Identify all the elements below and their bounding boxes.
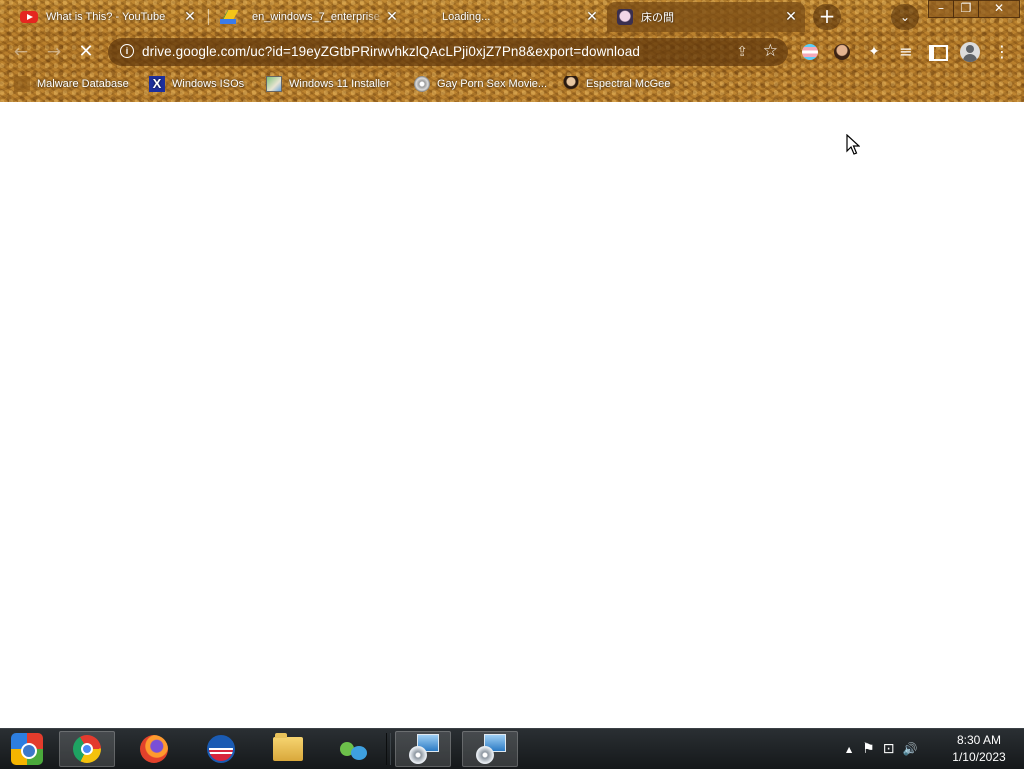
chrome-icon xyxy=(73,735,101,763)
taskbar-network-app[interactable] xyxy=(325,731,381,767)
extensions-puzzle-icon[interactable]: ✦ xyxy=(864,42,884,62)
clock-time: 8:30 AM xyxy=(956,733,1002,747)
share-icon[interactable]: ⇪ xyxy=(736,43,748,60)
clock[interactable]: 8:30 AM 1/10/2023 xyxy=(944,732,1014,766)
bookmark-label: Windows ISOs xyxy=(172,78,245,90)
volume-icon[interactable]: 🔊 xyxy=(902,742,917,756)
clock-date: 1/10/2023 xyxy=(952,750,1006,764)
tab-youtube[interactable]: What is This? - YouTube ✕ xyxy=(12,2,204,32)
tab-title: en_windows_7_enterprise xyxy=(252,11,380,23)
taskbar-divider xyxy=(386,733,391,765)
extension-flag-icon[interactable] xyxy=(802,44,818,60)
setup-disc-icon xyxy=(476,734,506,764)
action-center-flag-icon[interactable]: ⚑ xyxy=(862,741,875,757)
restore-button[interactable]: ❐ xyxy=(953,0,979,18)
extension-avatar-icon[interactable] xyxy=(834,44,850,60)
obama-logo-icon xyxy=(207,735,235,763)
page-content xyxy=(0,102,1024,728)
bookmark-malware-database[interactable]: Malware Database xyxy=(14,75,129,93)
taskbar-setup-2[interactable] xyxy=(462,731,518,767)
avatar-icon xyxy=(563,76,579,92)
taskbar-obama-app[interactable] xyxy=(193,731,249,767)
taskbar-chrome[interactable] xyxy=(59,731,115,767)
site-info-icon[interactable]: i xyxy=(120,44,134,58)
tab-title: 床の間 xyxy=(641,12,674,24)
network-users-icon xyxy=(338,736,368,762)
taskbar-firefox[interactable] xyxy=(126,731,182,767)
bookmark-label: Malware Database xyxy=(37,78,129,90)
windows-image-icon xyxy=(266,76,282,92)
taskbar: ▲ ⚑ ⊡ 🔊 8:30 AM 1/10/2023 xyxy=(0,728,1024,769)
back-button[interactable]: ← xyxy=(11,42,31,62)
x-logo-icon: X xyxy=(149,76,165,92)
tab-loading[interactable]: Loading... ✕ xyxy=(408,2,606,32)
tab-search-button[interactable]: ⌄ xyxy=(891,4,919,30)
minimize-button[interactable]: – xyxy=(928,0,954,18)
tab-title: What is This? - YouTube xyxy=(46,11,166,23)
forward-button[interactable]: → xyxy=(44,42,64,62)
bookmark-movie[interactable]: Gay Porn Sex Movie... xyxy=(414,75,547,93)
bookmark-windows-11-installer[interactable]: Windows 11 Installer xyxy=(266,75,390,93)
mouse-pointer-icon xyxy=(846,134,860,155)
tab-title: Loading... xyxy=(442,11,491,23)
bookmark-espectral-mcgee[interactable]: Espectral McGee xyxy=(563,75,670,93)
google-drive-icon xyxy=(220,10,236,24)
browser-chrome: What is This? - YouTube ✕ en_windows_7_e… xyxy=(0,0,1024,102)
start-orb-icon xyxy=(11,733,43,765)
firefox-icon xyxy=(140,735,168,763)
tab-close-button[interactable]: ✕ xyxy=(584,9,600,23)
tab-divider xyxy=(208,9,209,25)
stop-loading-button[interactable]: ✕ xyxy=(76,42,96,62)
url-text[interactable]: drive.google.com/uc?id=19eyZGtbPRirwvhkz… xyxy=(142,44,640,59)
close-window-button[interactable]: ✕ xyxy=(978,0,1020,18)
taskbar-setup-1[interactable] xyxy=(395,731,451,767)
bookmark-label: Gay Porn Sex Movie... xyxy=(437,78,548,90)
menu-kebab-icon[interactable]: ⋮ xyxy=(992,42,1012,62)
bookmark-star-icon[interactable]: ☆ xyxy=(763,41,778,61)
tab-close-button[interactable]: ✕ xyxy=(182,9,198,23)
folder-icon xyxy=(273,733,303,761)
setup-disc-icon xyxy=(409,734,439,764)
media-control-icon[interactable]: ≡ xyxy=(896,42,916,62)
bookmark-label: Espectral McGee xyxy=(586,78,671,90)
taskbar-file-explorer[interactable] xyxy=(260,731,316,767)
start-button[interactable] xyxy=(0,731,54,767)
anime-favicon-icon xyxy=(617,9,633,25)
bookmark-icon xyxy=(14,76,30,92)
tray-expand-icon[interactable]: ▲ xyxy=(846,745,852,754)
cd-icon xyxy=(414,76,430,92)
tab-close-button[interactable]: ✕ xyxy=(783,9,799,23)
youtube-icon xyxy=(20,11,38,23)
system-tray: ▲ ⚑ ⊡ 🔊 xyxy=(846,729,917,769)
tab-strip: What is This? - YouTube ✕ en_windows_7_e… xyxy=(0,0,1024,34)
bookmark-windows-isos[interactable]: X Windows ISOs xyxy=(149,75,244,93)
toolbar: ← → ✕ i drive.google.com/uc?id=19eyZGtbP… xyxy=(0,34,1024,70)
bookmarks-bar: Malware Database X Windows ISOs Windows … xyxy=(0,72,1024,96)
loading-icon xyxy=(418,9,434,25)
new-tab-button[interactable]: + xyxy=(813,4,841,30)
tab-google-drive[interactable]: en_windows_7_enterprise ✕ xyxy=(210,2,406,32)
network-icon[interactable]: ⊡ xyxy=(883,741,895,757)
tab-close-button[interactable]: ✕ xyxy=(384,9,400,23)
side-panel-icon[interactable] xyxy=(928,42,948,62)
bookmark-label: Windows 11 Installer xyxy=(289,78,390,90)
address-bar[interactable]: i drive.google.com/uc?id=19eyZGtbPRirwvh… xyxy=(108,38,788,66)
profile-avatar-icon[interactable] xyxy=(960,42,980,62)
tab-anime[interactable]: 床の間 ✕ xyxy=(607,2,805,32)
